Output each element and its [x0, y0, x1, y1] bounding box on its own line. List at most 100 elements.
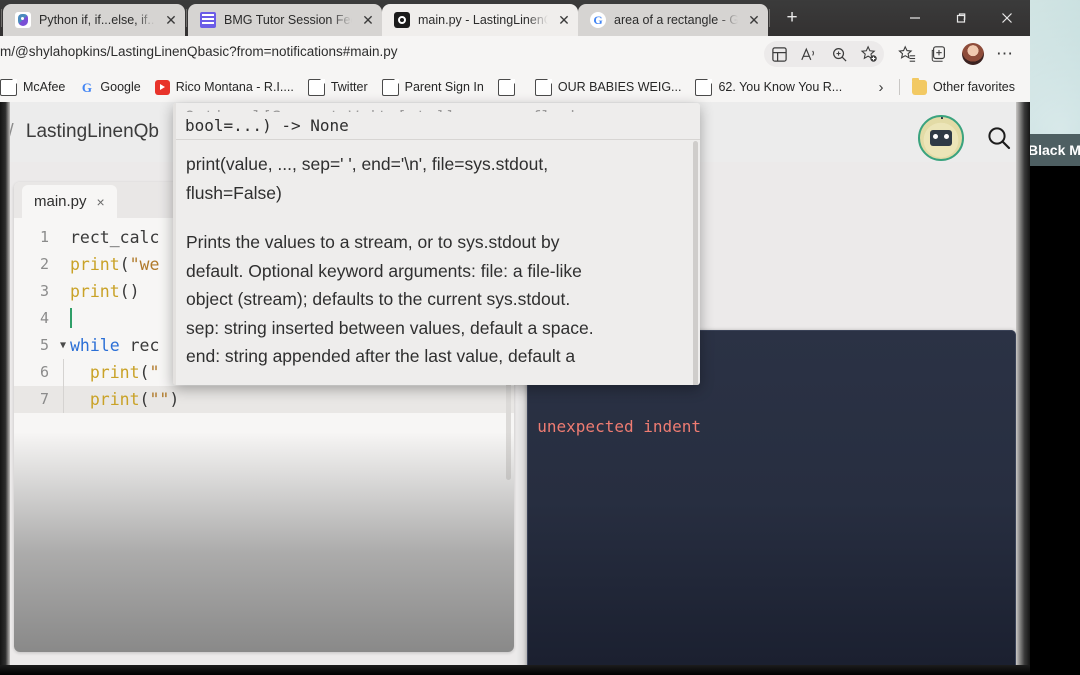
line-number: 6 — [39, 363, 49, 381]
browser-tab-title: main.py - LastingLinenQb — [418, 13, 548, 27]
tab-separator — [1, 9, 2, 27]
documentation-tooltip: Optional[SupportsWrite[str]] = ..., flus… — [173, 103, 700, 385]
page-icon — [307, 78, 325, 96]
text-caret — [70, 308, 72, 328]
breadcrumb: kins / LastingLinenQb — [0, 121, 159, 143]
page-icon — [0, 78, 17, 96]
tab-strip: Python if, if...else, if...elif...e ✕ BM… — [0, 0, 807, 36]
bookmark-item[interactable]: Rico Montana - R.I.... — [148, 76, 301, 98]
google-icon: G — [590, 12, 606, 28]
tooltip-paragraph: default. Optional keyword arguments: fil… — [186, 260, 582, 281]
tooltip-paragraph: end: string appended after the last valu… — [186, 346, 576, 366]
divider — [899, 79, 901, 95]
google-icon: G — [81, 79, 92, 95]
line-number: 5 — [39, 336, 49, 354]
folder-icon — [912, 77, 928, 95]
tooltip-scrollbar[interactable] — [693, 141, 698, 385]
indent-guide — [63, 359, 64, 386]
browser-tab-title: Python if, if...else, if...elif...e — [39, 13, 155, 27]
chevron-right-icon[interactable]: › — [868, 74, 894, 100]
bookmarks-list: McAfee G Google Rico Montana - R.I.... T… — [0, 72, 849, 102]
window-right-edge — [1016, 102, 1030, 675]
line-number: 3 — [39, 282, 49, 300]
tooltip-paragraph: Prints the values to a stream, or to sys… — [186, 232, 560, 252]
line-number: 4 — [39, 309, 49, 327]
zoom-icon[interactable] — [824, 41, 854, 67]
avatar-face — [930, 130, 952, 146]
browser-essentials-icon[interactable] — [924, 41, 954, 67]
window-bottom-edge — [0, 665, 1030, 675]
editor-dim-overlay — [14, 432, 514, 652]
browser-tab-title: BMG Tutor Session Feedb — [224, 13, 352, 27]
search-icon[interactable] — [982, 121, 1016, 155]
browser-tab-title: area of a rectangle - Goog — [614, 13, 738, 27]
other-favorites-label: Other favorites — [933, 80, 1015, 94]
python-icon — [15, 12, 31, 28]
tab-separator — [186, 9, 187, 27]
background-window-titlebar[interactable]: Black M — [1022, 134, 1080, 166]
fold-toggle[interactable]: ▼ — [56, 332, 70, 359]
bookmark-label: Twitter — [330, 80, 368, 94]
editor-tab-name: main.py — [34, 193, 87, 210]
bookmark-label: Parent Sign In — [404, 80, 484, 94]
maximize-restore-button[interactable] — [938, 2, 984, 34]
tooltip-signature-clipped: Optional[SupportsWrite[str]] = ..., flus… — [185, 103, 688, 112]
code-line-active[interactable]: 7 print("") — [14, 386, 514, 413]
background-window-title: Black M — [1028, 142, 1080, 158]
close-icon[interactable]: ✕ — [360, 12, 376, 28]
tooltip-paragraph: object (stream); defaults to the current… — [186, 289, 571, 309]
header-actions — [918, 115, 1016, 161]
minimize-button[interactable] — [892, 2, 938, 34]
bookmark-item[interactable]: Twitter — [301, 76, 375, 98]
console-line: : unexpected indent — [527, 417, 702, 436]
code-text: print("") — [89, 390, 180, 409]
browser-tab-bmg[interactable]: BMG Tutor Session Feedb ✕ — [188, 4, 382, 36]
avatar-antenna — [923, 117, 943, 119]
browser-window: Python if, if...else, if...elif...e ✕ BM… — [0, 0, 1030, 675]
browser-tab-mainpy[interactable]: main.py - LastingLinenQb ✕ — [382, 4, 578, 36]
favorites-icon[interactable] — [892, 41, 922, 67]
tooltip-left-edge — [173, 103, 176, 385]
browser-tab-google[interactable]: G area of a rectangle - Goog ✕ — [578, 4, 768, 36]
tooltip-paragraph: flush=False) — [186, 182, 282, 203]
bookmark-label: 62. You Know You R... — [718, 80, 843, 94]
bookmark-item[interactable]: OUR BABIES WEIG... — [528, 76, 689, 98]
breadcrumb-repl[interactable]: LastingLinenQb — [26, 121, 159, 142]
bookmark-item[interactable] — [491, 76, 528, 98]
close-window-button[interactable] — [984, 2, 1030, 34]
browser-tab-python[interactable]: Python if, if...else, if...elif...e ✕ — [3, 4, 185, 36]
bookmark-item[interactable]: 62. You Know You R... — [688, 76, 849, 98]
line-number: 7 — [39, 390, 49, 408]
settings-more-icon[interactable]: ⋯ — [992, 41, 1018, 67]
bookmark-label: Rico Montana - R.I.... — [175, 80, 294, 94]
bookmarks-bar-right: › Other favorites — [868, 72, 1022, 102]
screen: Black M Python if, if...else, if...elif.… — [0, 0, 1080, 675]
user-avatar[interactable] — [918, 115, 964, 161]
profile-avatar[interactable] — [962, 43, 984, 65]
bookmark-label: McAfee — [23, 80, 66, 94]
other-favorites-button[interactable]: Other favorites — [905, 76, 1022, 98]
tooltip-paragraph: sep: string inserted between values, def… — [186, 317, 594, 338]
bookmark-item[interactable]: G Google — [72, 76, 147, 98]
page-icon — [695, 78, 713, 96]
address-input[interactable]: m/@shylahopkins/LastingLinenQbasic?from=… — [0, 44, 398, 59]
replit-icon — [394, 12, 410, 28]
page-icon — [534, 78, 552, 96]
line-number: 1 — [39, 228, 49, 246]
address-actions-pill — [764, 41, 884, 67]
close-icon[interactable]: ✕ — [163, 12, 179, 28]
window-left-edge — [0, 102, 10, 675]
editor-tab-mainpy[interactable]: main.py × — [22, 185, 117, 218]
collections-icon[interactable] — [764, 41, 794, 67]
close-icon[interactable]: ✕ — [556, 12, 572, 28]
close-icon[interactable]: ✕ — [746, 12, 762, 28]
bookmark-item[interactable]: McAfee — [0, 76, 72, 98]
tooltip-paragraph: print(value, ..., sep=' ', end='\n', fil… — [186, 154, 549, 174]
new-tab-button[interactable]: + — [777, 3, 807, 33]
add-favorite-icon[interactable] — [854, 41, 884, 67]
read-aloud-icon[interactable] — [794, 41, 824, 67]
page-icon — [381, 78, 399, 96]
bookmark-item[interactable]: Parent Sign In — [375, 76, 491, 98]
tooltip-body: print(value, ..., sep=' ', end='\n', fil… — [173, 140, 700, 385]
close-icon[interactable]: × — [97, 194, 105, 210]
